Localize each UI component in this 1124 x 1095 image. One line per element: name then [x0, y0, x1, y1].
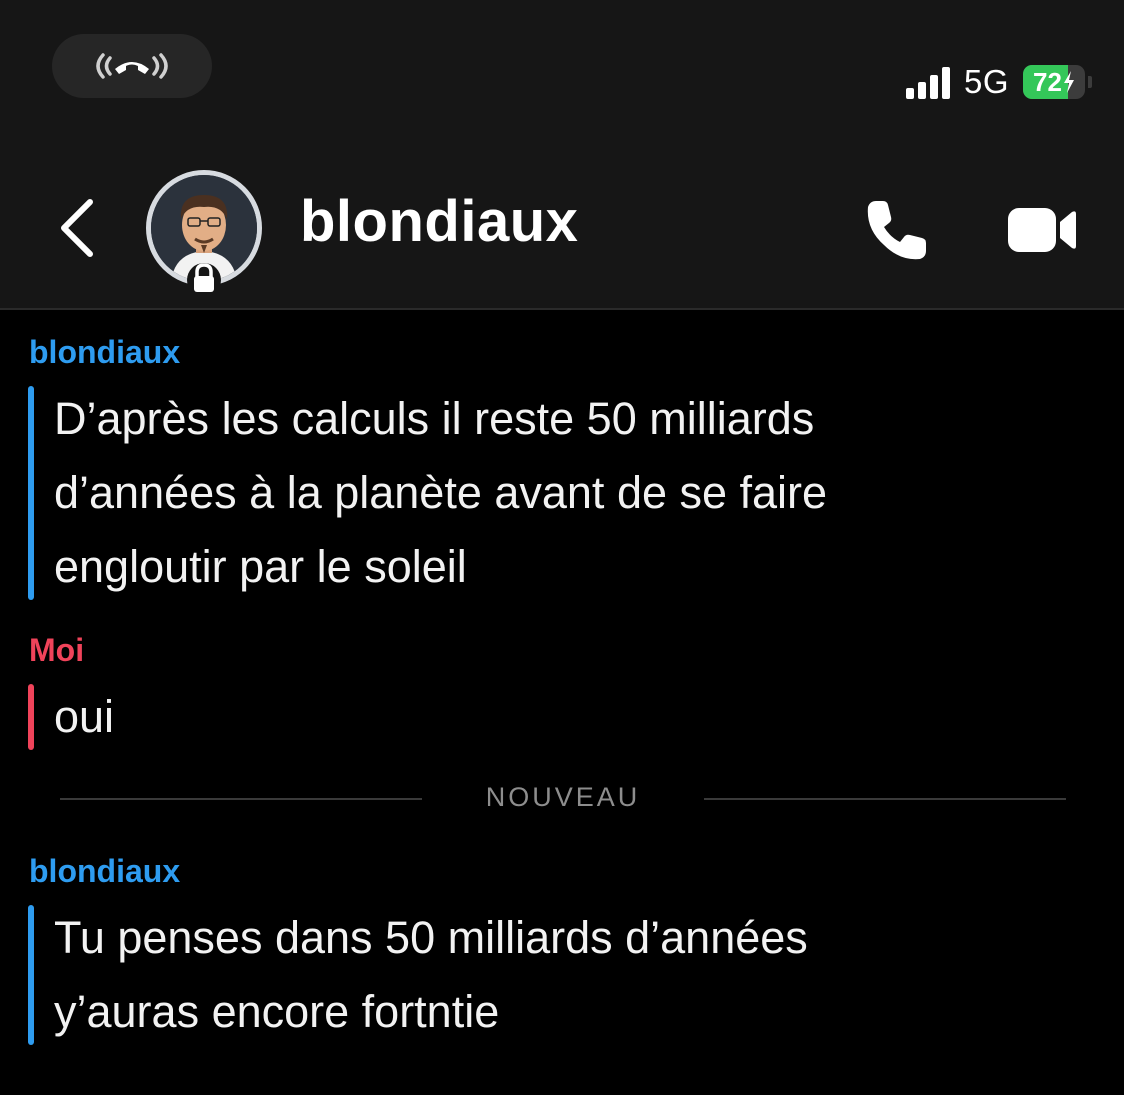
- sender-color-bar: [28, 905, 34, 1045]
- message-bubble[interactable]: D’après les calculs il reste 50 milliard…: [28, 382, 1028, 604]
- chevron-left-icon: [61, 199, 93, 257]
- lock-icon: [186, 258, 222, 298]
- battery-cap: [1088, 76, 1092, 88]
- message-sender: blondiaux: [29, 853, 181, 889]
- ongoing-call-indicator[interactable]: [52, 34, 212, 98]
- video-call-button[interactable]: [1006, 204, 1078, 256]
- sender-color-bar: [28, 684, 34, 750]
- battery-percentage: 72: [1033, 66, 1062, 97]
- chat-screen: 5G 72 blondiaux blondiaux D’après les ca…: [0, 0, 1124, 1095]
- cellular-signal-icon: [905, 65, 950, 99]
- back-button[interactable]: [52, 196, 100, 260]
- message-bubble[interactable]: oui: [28, 680, 1028, 754]
- divider-label: NOUVEAU: [485, 782, 641, 812]
- message-sender: Moi: [29, 632, 85, 668]
- top-bar: 5G 72 blondiaux: [0, 0, 1124, 310]
- message-sender: blondiaux: [29, 334, 181, 370]
- network-type: 5G: [963, 63, 1009, 100]
- message-text: D’après les calculs il reste 50 milliard…: [54, 393, 828, 592]
- phone-icon: [867, 201, 926, 260]
- charging-bolt-icon: [1063, 71, 1074, 93]
- audio-call-button[interactable]: [862, 195, 932, 265]
- message-text: oui: [54, 691, 115, 742]
- contact-name[interactable]: blondiaux: [300, 188, 578, 255]
- phone-call-icon: [96, 53, 168, 79]
- message-bubble[interactable]: Tu penses dans 50 milliards d’années y’a…: [28, 901, 1028, 1049]
- sender-color-bar: [28, 386, 34, 600]
- video-camera-icon: [1008, 208, 1076, 252]
- new-messages-divider: NOUVEAU: [60, 782, 1066, 816]
- message-text: Tu penses dans 50 milliards d’années y’a…: [54, 912, 808, 1037]
- status-indicators: 5G 72: [905, 62, 1092, 102]
- battery-indicator: 72: [1023, 65, 1092, 99]
